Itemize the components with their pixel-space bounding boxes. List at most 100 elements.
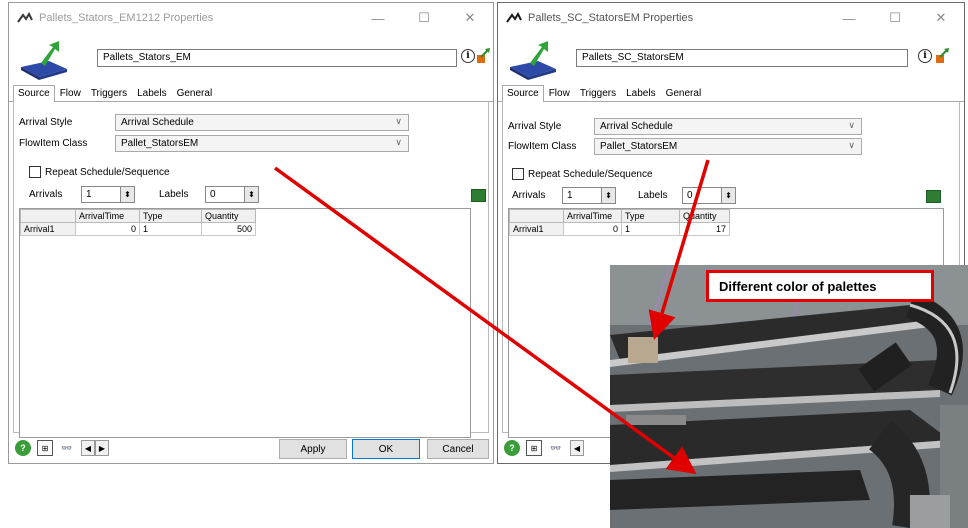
flowitem-class-value: Pallet_StatorsEM	[121, 137, 199, 149]
title-bar[interactable]: Pallets_Stators_EM1212 Properties — ☐ ✕	[9, 3, 493, 33]
cancel-button[interactable]: Cancel	[427, 439, 489, 459]
tab-flow[interactable]: Flow	[55, 85, 86, 101]
tab-flow[interactable]: Flow	[544, 85, 575, 101]
labels-label: Labels	[159, 188, 189, 200]
tab-triggers[interactable]: Triggers	[86, 85, 132, 101]
table-cell[interactable]: 500	[201, 222, 256, 236]
properties-window-1: Pallets_Stators_EM1212 Properties — ☐ ✕ …	[8, 2, 494, 464]
spin-arrows-icon[interactable]: ⬍	[601, 187, 615, 203]
arrivals-stepper[interactable]: 1 ⬍	[81, 185, 135, 203]
tab-triggers[interactable]: Triggers	[575, 85, 621, 101]
repeat-schedule-label: Repeat Schedule/Sequence	[528, 168, 653, 180]
tab-labels[interactable]: Labels	[621, 85, 660, 101]
labels-stepper[interactable]: 0 ⬍	[205, 185, 259, 203]
tab-source[interactable]: Source	[13, 85, 55, 102]
close-icon[interactable]: ✕	[447, 3, 493, 33]
flowitem-class-label: FlowItem Class	[508, 140, 577, 152]
table-cell[interactable]: 17	[679, 222, 730, 236]
maximize-icon[interactable]: ☐	[872, 3, 918, 33]
labels-label: Labels	[638, 189, 668, 201]
simulation-3d-view	[610, 265, 968, 528]
flowitem-class-value: Pallet_StatorsEM	[600, 140, 678, 152]
apply-button[interactable]: Apply	[279, 439, 347, 459]
table-header: ArrivalTime	[75, 209, 140, 223]
arrival-style-value: Arrival Schedule	[600, 120, 673, 132]
table-cell[interactable]: 1	[621, 222, 680, 236]
window-title: Pallets_SC_StatorsEM Properties	[528, 12, 694, 24]
spin-arrows-icon[interactable]: ⬍	[721, 187, 735, 203]
arrivals-value: 1	[567, 189, 573, 201]
export-icon[interactable]	[475, 47, 491, 65]
tab-general[interactable]: General	[172, 85, 218, 101]
labels-stepper[interactable]: 0 ⬍	[682, 186, 736, 204]
help-icon[interactable]: ?	[504, 440, 520, 456]
tab-labels[interactable]: Labels	[132, 85, 171, 101]
table-cell[interactable]: 0	[563, 222, 622, 236]
info-icon[interactable]: i	[918, 49, 932, 63]
table-header: Type	[621, 209, 680, 223]
flexsim-logo-icon	[506, 12, 522, 23]
window-title: Pallets_Stators_EM1212 Properties	[39, 12, 214, 24]
repeat-schedule-checkbox[interactable]	[29, 166, 41, 178]
tab-bar: Source Flow Triggers Labels General	[498, 85, 964, 102]
table-cell[interactable]: 0	[75, 222, 140, 236]
tab-source[interactable]: Source	[502, 85, 544, 102]
table-header: Quantity	[679, 209, 730, 223]
tab-bar: Source Flow Triggers Labels General	[9, 85, 493, 102]
flowitem-class-label: FlowItem Class	[19, 137, 88, 149]
table-row[interactable]: Arrival1 0 1 500	[20, 222, 256, 236]
tab-general[interactable]: General	[661, 85, 707, 101]
flexsim-logo-icon	[17, 12, 33, 23]
chevron-down-icon: ∨	[395, 136, 402, 147]
object-name-input[interactable]: Pallets_SC_StatorsEM	[576, 49, 908, 67]
arrival-table[interactable]: ArrivalTime Type Quantity Arrival1 0 1 5…	[19, 208, 471, 438]
minimize-icon[interactable]: —	[355, 3, 401, 33]
table-cell[interactable]: 1	[139, 222, 202, 236]
object-name-input[interactable]: Pallets_Stators_EM	[97, 49, 457, 67]
table-cell: Arrival1	[20, 222, 76, 236]
arrivals-value: 1	[86, 188, 92, 200]
excel-icon[interactable]	[471, 189, 486, 202]
repeat-schedule-checkbox[interactable]	[512, 168, 524, 180]
labels-value: 0	[687, 189, 693, 201]
spin-arrows-icon[interactable]: ⬍	[244, 186, 258, 202]
tree-icon[interactable]: ⊞	[37, 440, 53, 456]
arrival-style-label: Arrival Style	[19, 116, 73, 128]
table-cell: Arrival1	[509, 222, 564, 236]
arrow-left-icon[interactable]: ◀	[81, 440, 95, 456]
arrow-left-icon[interactable]: ◀	[570, 440, 584, 456]
ok-button[interactable]: OK	[352, 439, 420, 459]
binoculars-icon[interactable]: 👓	[59, 440, 75, 456]
close-icon[interactable]: ✕	[918, 3, 964, 33]
repeat-schedule-label: Repeat Schedule/Sequence	[45, 166, 170, 178]
chevron-down-icon: ∨	[848, 119, 855, 130]
spin-arrows-icon[interactable]: ⬍	[120, 186, 134, 202]
source-object-icon	[510, 41, 556, 80]
arrival-style-select[interactable]: Arrival Schedule ∨	[115, 113, 409, 131]
minimize-icon[interactable]: —	[826, 3, 872, 33]
arrivals-stepper[interactable]: 1 ⬍	[562, 186, 616, 204]
export-icon[interactable]	[934, 47, 950, 65]
title-bar[interactable]: Pallets_SC_StatorsEM Properties — ☐ ✕	[498, 3, 964, 33]
table-header	[509, 209, 564, 223]
arrival-style-value: Arrival Schedule	[121, 116, 194, 128]
table-header	[20, 209, 76, 223]
table-row[interactable]: Arrival1 0 1 17	[509, 222, 730, 236]
flowitem-class-select[interactable]: Pallet_StatorsEM ∨	[115, 134, 409, 152]
excel-icon[interactable]	[926, 190, 941, 203]
table-header: ArrivalTime	[563, 209, 622, 223]
table-header: Type	[139, 209, 202, 223]
arrival-style-label: Arrival Style	[508, 120, 562, 132]
tree-icon[interactable]: ⊞	[526, 440, 542, 456]
info-icon[interactable]: i	[461, 49, 475, 63]
help-icon[interactable]: ?	[15, 440, 31, 456]
maximize-icon[interactable]: ☐	[401, 3, 447, 33]
arrival-style-select[interactable]: Arrival Schedule ∨	[594, 117, 862, 135]
conveyor-scene	[610, 265, 968, 528]
flowitem-class-select[interactable]: Pallet_StatorsEM ∨	[594, 137, 862, 155]
arrivals-label: Arrivals	[29, 188, 63, 200]
chevron-down-icon: ∨	[848, 139, 855, 150]
arrow-right-icon[interactable]: ▶	[95, 440, 109, 456]
binoculars-icon[interactable]: 👓	[548, 440, 564, 456]
dialog-footer: ? ⊞ 👓 ◀ ▶ Apply OK Cancel	[9, 433, 493, 463]
